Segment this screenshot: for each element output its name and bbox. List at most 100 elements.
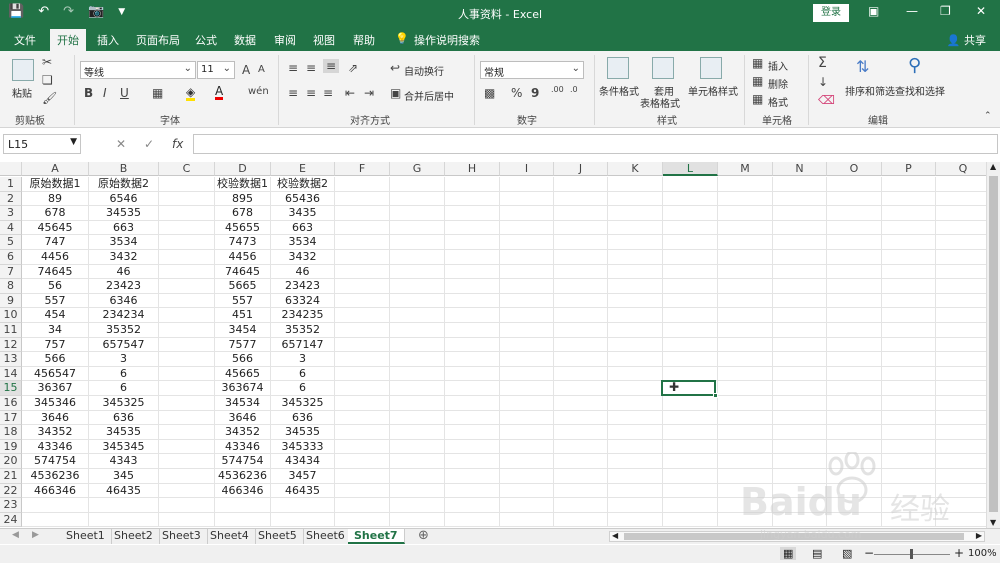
cell[interactable]: 4456: [215, 250, 271, 265]
cell[interactable]: [663, 483, 718, 499]
cell[interactable]: 35352: [89, 323, 159, 338]
cell[interactable]: 43434: [271, 454, 335, 469]
cell[interactable]: 56: [22, 279, 89, 294]
cell[interactable]: [500, 439, 554, 455]
cell[interactable]: 63324: [271, 293, 335, 309]
cell[interactable]: [663, 235, 718, 250]
cell[interactable]: [718, 177, 773, 192]
increase-indent-icon[interactable]: ⇥: [364, 86, 374, 100]
cell[interactable]: 23423: [271, 279, 335, 294]
cell[interactable]: [335, 308, 390, 323]
cell[interactable]: [882, 396, 936, 411]
cell[interactable]: [445, 206, 500, 221]
cell[interactable]: [773, 352, 827, 367]
cell[interactable]: 46435: [271, 483, 335, 499]
cell[interactable]: [608, 366, 663, 382]
underline-button[interactable]: U: [120, 86, 129, 100]
cell[interactable]: 23423: [89, 279, 159, 294]
grow-font-icon[interactable]: A: [242, 63, 250, 77]
sheet-tab-sheet7[interactable]: Sheet7: [348, 529, 405, 544]
cell[interactable]: [718, 425, 773, 440]
tab-file[interactable]: 文件: [14, 32, 36, 48]
font-color-icon[interactable]: A: [215, 85, 224, 100]
cell[interactable]: [608, 396, 663, 411]
cell[interactable]: [500, 308, 554, 323]
cell[interactable]: [390, 206, 445, 221]
cell[interactable]: [663, 308, 718, 323]
name-box[interactable]: L15 ▼: [3, 134, 81, 154]
cell[interactable]: 34: [22, 323, 89, 338]
cell[interactable]: [936, 367, 986, 382]
cell[interactable]: [445, 439, 500, 455]
cell[interactable]: [335, 177, 390, 192]
cell[interactable]: [608, 264, 663, 280]
cell[interactable]: [554, 498, 608, 513]
cell[interactable]: [335, 469, 390, 484]
cell[interactable]: 46: [89, 264, 159, 280]
cell[interactable]: 345: [89, 469, 159, 484]
cell[interactable]: [500, 337, 554, 353]
cell[interactable]: [608, 483, 663, 499]
font-name-select[interactable]: 等线 ⌄: [80, 61, 196, 79]
cell[interactable]: [663, 352, 718, 367]
cell[interactable]: [500, 250, 554, 265]
cell[interactable]: [445, 264, 500, 280]
column-header-m[interactable]: M: [718, 162, 773, 176]
cell[interactable]: 4536236: [215, 469, 271, 484]
close-icon[interactable]: ✕: [976, 4, 986, 18]
cell[interactable]: [663, 337, 718, 353]
cell[interactable]: [445, 177, 500, 192]
cell[interactable]: [718, 323, 773, 338]
cell[interactable]: [608, 469, 663, 484]
cell[interactable]: [773, 366, 827, 382]
cell[interactable]: [390, 425, 445, 440]
cell[interactable]: [882, 425, 936, 440]
cut-icon[interactable]: ✂: [42, 55, 52, 69]
cell[interactable]: [608, 498, 663, 513]
cell[interactable]: [936, 206, 986, 221]
format-painter-icon[interactable]: 🖌: [42, 91, 57, 105]
cell[interactable]: [936, 192, 986, 207]
column-header-j[interactable]: J: [554, 162, 608, 176]
cell[interactable]: [608, 323, 663, 338]
cell[interactable]: [445, 250, 500, 265]
cell[interactable]: [936, 265, 986, 280]
cell[interactable]: [159, 483, 215, 499]
scroll-up-icon[interactable]: ▲: [990, 162, 996, 171]
minimize-icon[interactable]: —: [906, 4, 918, 18]
cell[interactable]: [554, 410, 608, 426]
column-header-o[interactable]: O: [827, 162, 882, 176]
cell[interactable]: [827, 366, 882, 382]
cell[interactable]: [445, 396, 500, 411]
cell[interactable]: 757: [22, 337, 89, 353]
share-button[interactable]: 👤 共享: [947, 32, 986, 48]
cell[interactable]: [159, 396, 215, 411]
cell[interactable]: [500, 206, 554, 221]
cell[interactable]: 7473: [215, 235, 271, 250]
cell[interactable]: [827, 323, 882, 338]
cell[interactable]: [554, 264, 608, 280]
cell[interactable]: [159, 308, 215, 323]
cell[interactable]: [773, 410, 827, 426]
cell[interactable]: [882, 352, 936, 367]
cell[interactable]: [335, 498, 390, 513]
cell[interactable]: [159, 250, 215, 265]
cell[interactable]: [335, 483, 390, 499]
column-header-i[interactable]: I: [500, 162, 554, 176]
tab-help[interactable]: 帮助: [353, 32, 375, 48]
cell[interactable]: [445, 483, 500, 499]
cell[interactable]: [608, 439, 663, 455]
cell[interactable]: [608, 425, 663, 440]
cell[interactable]: [89, 512, 159, 528]
cell[interactable]: [159, 220, 215, 236]
cell[interactable]: 34535: [271, 425, 335, 440]
cell[interactable]: [718, 264, 773, 280]
cell[interactable]: [445, 337, 500, 353]
conditional-format-icon[interactable]: [607, 57, 629, 79]
cell[interactable]: 3454: [215, 323, 271, 338]
cell[interactable]: [445, 293, 500, 309]
cell[interactable]: [663, 410, 718, 426]
cell[interactable]: [608, 454, 663, 469]
sheet-tab-sheet2[interactable]: Sheet2: [108, 529, 160, 544]
cell[interactable]: 6: [89, 381, 159, 396]
